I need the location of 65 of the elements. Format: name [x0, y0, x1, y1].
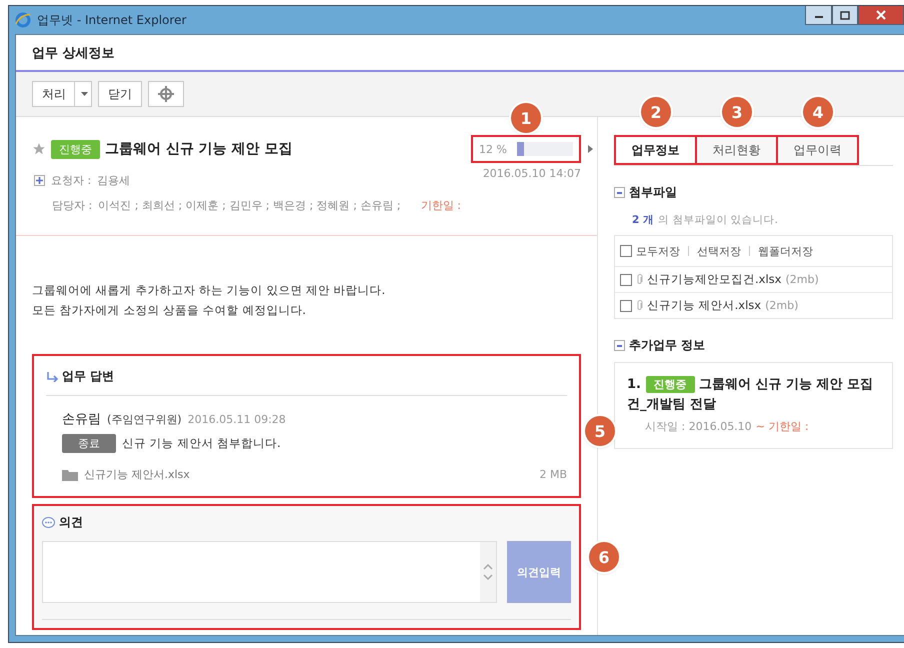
save-action-link[interactable]: 선택저장 — [697, 244, 741, 258]
speech-bubble-icon — [42, 516, 55, 528]
extra-task-heading[interactable]: 1. 진행중 그룹웨어 신규 기능 제안 모집 건_개발팀 전달 — [627, 375, 880, 415]
task-date: 2016.05.10 14:07 — [482, 167, 581, 180]
collapse-icon[interactable] — [614, 187, 625, 198]
paperclip-icon — [636, 300, 643, 311]
process-button[interactable]: 처리 — [32, 81, 92, 107]
attachment-count-text: 의 첨부파일이 있습니다. — [658, 213, 778, 227]
callout-number: 3 — [722, 97, 752, 127]
checkbox[interactable] — [620, 274, 632, 286]
expand-arrow-icon[interactable] — [588, 145, 593, 153]
callout-number: 2 — [641, 97, 671, 127]
star-icon[interactable] — [32, 142, 46, 156]
close-page-button[interactable]: 닫기 — [98, 81, 142, 107]
window-title: 업무넷 - Internet Explorer — [37, 12, 186, 28]
minimize-button[interactable] — [805, 6, 832, 25]
extra-task-title: 추가업무 정보 — [629, 337, 706, 354]
reply-arrow-icon — [46, 372, 58, 382]
status-badge: 진행중 — [51, 140, 100, 158]
callout-number: 1 — [511, 103, 541, 133]
reply-message: 신규 기능 제안서 첨부합니다. — [122, 436, 281, 451]
callout-number: 4 — [803, 97, 833, 127]
maximize-icon — [840, 10, 850, 20]
close-icon — [876, 10, 886, 20]
due-date-label: 기한일 : — [420, 198, 461, 213]
start-date: 시작일 : 2016.05.10 — [645, 419, 752, 434]
maximize-button[interactable] — [832, 6, 858, 25]
requester-name: 김용세 — [97, 173, 130, 188]
reply-date: 2016.05.11 09:28 — [188, 412, 286, 426]
task-title: 그룹웨어 신규 기능 제안 모집 — [105, 140, 294, 158]
browser-logo-icon — [15, 12, 31, 28]
author-position: (주임연구위원) — [107, 412, 182, 426]
file-size: 2 MB — [539, 468, 567, 481]
attachment-file-name[interactable]: 신규기능제안모집건.xlsx — [647, 272, 782, 287]
caret-icon — [81, 92, 88, 96]
collapse-icon[interactable] — [614, 340, 625, 351]
checkbox[interactable] — [620, 300, 632, 312]
callout-number: 5 — [585, 416, 615, 446]
due-date-label: ~ 기한일 : — [756, 419, 809, 434]
target-button[interactable] — [148, 81, 184, 107]
comment-section-title: 의견 — [59, 514, 83, 531]
attachment-count: 2 개 — [632, 213, 654, 227]
save-action-link[interactable]: 웹폴더저장 — [758, 244, 813, 258]
requester-label: 요청자 : — [51, 173, 92, 188]
crosshair-icon — [158, 86, 174, 102]
folder-icon — [62, 468, 78, 481]
status-badge: 종료 — [62, 434, 116, 453]
assignee-label: 담당자 : — [52, 198, 92, 213]
paperclip-icon — [636, 274, 643, 285]
attachment-file-size: (2mb) — [765, 299, 798, 312]
task-description: 그룹웨어에 새롭게 추가하고자 하는 기능이 있으면 제안 바랍니다. — [32, 282, 386, 299]
expand-icon[interactable] — [34, 175, 45, 186]
close-button[interactable] — [858, 6, 904, 25]
attachments-title: 첨부파일 — [629, 184, 677, 201]
reply-section-title: 업무 답변 — [62, 368, 114, 385]
file-link[interactable]: 신규기능 제안서.xlsx — [84, 467, 190, 482]
task-description: 모든 참가자에게 소정의 상품을 수여할 예정입니다. — [32, 302, 307, 319]
reply-author: 손유림 — [62, 411, 101, 428]
attachment-file-size: (2mb) — [785, 273, 819, 286]
assignee-names: 이석진 ; 최희선 ; 이제훈 ; 김민우 ; 백은경 ; 정혜원 ; 손유림 ; — [98, 198, 401, 213]
progress-reading: 12 % — [479, 142, 507, 156]
save-action-link[interactable]: 모두저장 — [636, 244, 680, 258]
checkbox[interactable] — [620, 245, 632, 257]
callout-number: 6 — [589, 542, 619, 572]
attachment-file-name[interactable]: 신규기능 제안서.xlsx — [647, 298, 762, 313]
